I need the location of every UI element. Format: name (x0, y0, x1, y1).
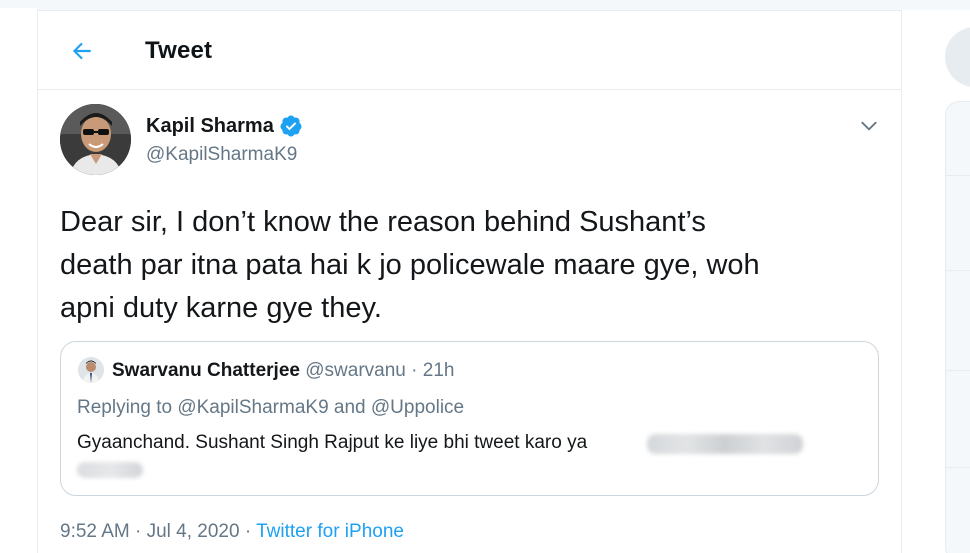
chevron-down-icon (861, 121, 877, 131)
blurred-text-region (77, 462, 143, 478)
primary-column: Tweet Kapil Sharma @KapilSharmaK9 Dear s… (37, 10, 902, 553)
verified-badge-icon (280, 115, 302, 137)
quoted-author-handle[interactable]: @swarvanu (305, 360, 406, 381)
quoted-tweet[interactable]: Swarvanu Chatterjee @swarvanu · 21h Repl… (60, 341, 879, 496)
search-box[interactable] (945, 27, 970, 87)
tweet-menu-button[interactable] (858, 115, 880, 137)
sidebar-column (902, 10, 970, 553)
meta-separator: · (239, 521, 257, 542)
left-gutter (0, 8, 37, 553)
divider (946, 175, 970, 176)
author-name[interactable]: Kapil Sharma (146, 114, 303, 138)
divider (946, 467, 970, 468)
quoted-age[interactable]: 21h (423, 360, 455, 381)
quoted-author-name[interactable]: Swarvanu Chatterjee (112, 360, 300, 381)
divider (946, 370, 970, 371)
tweet-timestamp: 9:52 AM · Jul 4, 2020 · Twitter for iPho… (60, 521, 404, 543)
author-avatar[interactable] (60, 104, 131, 175)
page-header: Tweet (38, 11, 901, 90)
quoted-replying-to: Replying to @KapilSharmaK9 and @Uppolice (77, 397, 465, 418)
back-arrow-icon (72, 42, 91, 60)
divider (946, 270, 970, 271)
page-title: Tweet (145, 37, 213, 64)
avatar-image (60, 104, 131, 175)
top-strip (0, 0, 970, 8)
author-handle[interactable]: @KapilSharmaK9 (146, 144, 297, 166)
tweet-source-link[interactable]: Twitter for iPhone (256, 521, 404, 542)
quoted-text: Gyaanchand. Sushant Singh Rajput ke liye… (77, 432, 588, 453)
meta-separator: · (129, 521, 147, 542)
tweet-time[interactable]: 9:52 AM (60, 521, 130, 542)
quoted-header: Swarvanu Chatterjee @swarvanu · 21h (112, 360, 454, 382)
quoted-author-avatar[interactable] (78, 357, 104, 383)
quoted-avatar-image (78, 357, 104, 383)
author-name-text: Kapil Sharma (146, 114, 274, 137)
tweet-page: Tweet Kapil Sharma @KapilSharmaK9 Dear s… (0, 0, 970, 553)
tweet-text: Dear sir, I don’t know the reason behind… (60, 206, 760, 324)
tweet-date[interactable]: Jul 4, 2020 (147, 521, 240, 542)
back-button[interactable] (62, 31, 102, 71)
quoted-separator: · (405, 360, 423, 381)
sidebar-card (945, 101, 970, 553)
blurred-text-region (647, 434, 803, 454)
